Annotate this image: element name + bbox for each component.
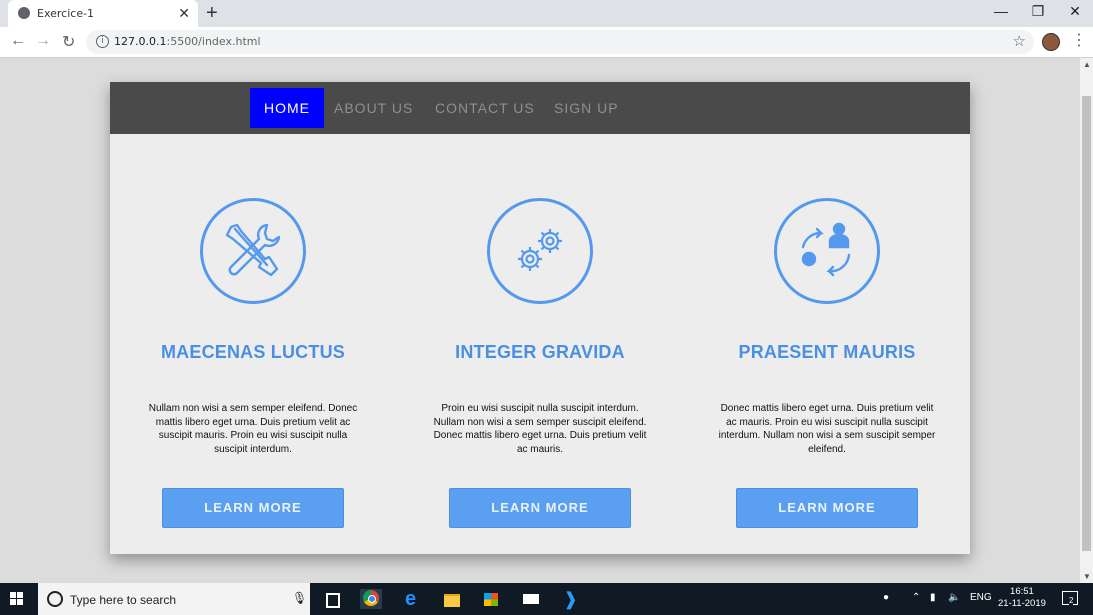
taskbar-search-input[interactable]: Type here to search 🎙: [38, 583, 310, 615]
bookmark-star-icon[interactable]: ☆: [1013, 32, 1026, 50]
feature-body: Donec mattis libero eget urna. Duis pret…: [718, 403, 936, 455]
globe-icon: [18, 7, 30, 19]
scroll-down-icon[interactable]: ▼: [1083, 572, 1091, 581]
chrome-taskbar-icon[interactable]: [360, 589, 382, 609]
site-navbar: HOME ABOUT US CONTACT US SIGN UP: [110, 82, 970, 134]
scroll-up-icon[interactable]: ▲: [1083, 60, 1091, 69]
info-icon[interactable]: i: [96, 35, 109, 48]
back-icon[interactable]: ←: [10, 32, 26, 50]
search-placeholder: Type here to search: [70, 593, 177, 607]
user-process-icon: [774, 198, 880, 304]
scrollbar[interactable]: ▲ ▼: [1080, 58, 1093, 583]
learn-more-button[interactable]: LEARN MORE: [449, 488, 631, 528]
browser-tab[interactable]: Exercice-1 ✕: [8, 0, 198, 27]
url-text[interactable]: 127.0.0.1:5500/index.html: [114, 35, 261, 48]
nav-contact-us[interactable]: CONTACT US: [421, 88, 549, 128]
tray-chevron-icon[interactable]: ⌃: [912, 592, 920, 603]
system-clock[interactable]: 16:51 21-11-2019: [998, 586, 1046, 610]
nav-sign-up[interactable]: SIGN UP: [540, 88, 633, 128]
clock-time: 16:51: [1010, 586, 1034, 597]
nav-about-us[interactable]: ABOUT US: [320, 88, 427, 128]
restore-button[interactable]: ❐: [1021, 3, 1055, 20]
reload-icon[interactable]: ↻: [62, 32, 75, 52]
file-explorer-icon[interactable]: [441, 589, 463, 609]
learn-more-button[interactable]: LEARN MORE: [162, 488, 344, 528]
browser-menu-icon[interactable]: ⋮: [1071, 30, 1087, 50]
browser-tab-bar: Exercice-1 ✕ + — ❐ ✕: [0, 0, 1093, 27]
feature-body: Proin eu wisi suscipit nulla suscipit in…: [433, 403, 647, 455]
feature-body: Nullam non wisi a sem semper eleifend. D…: [148, 403, 358, 455]
store-icon[interactable]: [480, 589, 502, 609]
edge-icon[interactable]: e: [402, 589, 424, 609]
nav-home[interactable]: HOME: [250, 88, 324, 128]
language-indicator[interactable]: ENG: [970, 592, 992, 603]
scrollbar-thumb[interactable]: [1082, 96, 1091, 551]
feature-title: PRAESENT MAURIS: [738, 342, 916, 362]
notification-count: 2: [1069, 596, 1074, 605]
feature-title: INTEGER GRAVIDA: [455, 342, 625, 362]
gears-icon: [487, 198, 593, 304]
clock-date: 21-11-2019: [998, 598, 1046, 609]
volume-icon[interactable]: 🔈: [948, 592, 960, 603]
mail-icon[interactable]: [520, 589, 542, 609]
vscode-icon[interactable]: ❱: [559, 589, 581, 609]
address-bar[interactable]: i 127.0.0.1:5500/index.html ☆: [86, 30, 1034, 54]
microphone-icon[interactable]: 🎙: [292, 591, 307, 605]
new-tab-button[interactable]: +: [206, 2, 218, 25]
tab-close-icon[interactable]: ✕: [178, 5, 190, 22]
cortana-icon: [47, 591, 63, 607]
notification-center-icon[interactable]: 2: [1062, 591, 1078, 605]
windows-start-icon[interactable]: [10, 592, 24, 606]
windows-taskbar: Type here to search 🎙 e ❱ ● ⌃ ▮ 🔈 ENG 16…: [0, 583, 1093, 615]
browser-toolbar: ← → ↻ i 127.0.0.1:5500/index.html ☆: [0, 27, 1093, 58]
battery-icon[interactable]: ▮: [930, 592, 936, 603]
tools-icon: [200, 198, 306, 304]
forward-icon[interactable]: →: [35, 32, 51, 50]
profile-avatar-icon[interactable]: [1042, 33, 1060, 51]
close-window-button[interactable]: ✕: [1058, 3, 1092, 20]
tab-title: Exercice-1: [37, 7, 95, 20]
page-card: HOME ABOUT US CONTACT US SIGN UP MAECENA…: [110, 82, 970, 554]
minimize-button[interactable]: —: [984, 3, 1018, 19]
learn-more-button[interactable]: LEARN MORE: [736, 488, 918, 528]
feature-title: MAECENAS LUCTUS: [160, 342, 345, 362]
people-icon[interactable]: ●: [883, 592, 889, 603]
task-view-icon[interactable]: [322, 589, 344, 609]
